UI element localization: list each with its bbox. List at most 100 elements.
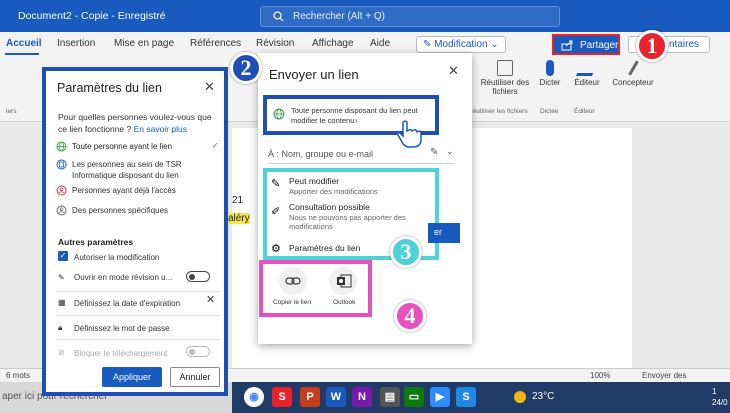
reuse-files-label: Réutiliser des fichiers	[480, 78, 530, 96]
expiry-date-input[interactable]: Définissez la date d'expiration	[74, 298, 204, 309]
dictate-button[interactable]: Dicter	[536, 58, 564, 87]
pencil-icon[interactable]: ✎	[430, 147, 438, 158]
chevron-right-icon: ›	[355, 116, 358, 125]
permission-can-edit[interactable]: Peut modifier Apporter des modifications	[289, 176, 378, 196]
clear-expiry-icon[interactable]: ✕	[206, 295, 220, 306]
outlook-label: Outlook	[333, 299, 356, 306]
editor-label: Éditeur	[574, 78, 600, 87]
active-tab-indicator	[5, 53, 39, 55]
person-icon	[56, 205, 67, 216]
reuse-files-icon	[497, 60, 513, 76]
permission-view-only-title: Consultation possible	[289, 202, 370, 212]
editor-button[interactable]: Éditeur	[570, 58, 604, 87]
clock-time: 1	[712, 387, 717, 396]
title-bar: Document2 - Copie - Enregistré Recherche…	[0, 0, 730, 32]
editor-icon	[576, 60, 598, 76]
copy-link-label: Copier le lien	[273, 299, 311, 306]
editor-group-label: Éditeur	[574, 108, 595, 115]
word-app-icon[interactable]: W	[326, 387, 346, 407]
monitor-app-icon[interactable]: ▭	[404, 387, 424, 407]
link-icon	[285, 277, 301, 285]
tab-references[interactable]: Références	[190, 38, 241, 49]
share-icon	[561, 40, 573, 51]
microphone-icon	[546, 60, 554, 76]
cancel-button[interactable]: Annuler	[170, 367, 220, 387]
link-settings-title: Paramètres du lien	[57, 81, 162, 95]
block-icon: ⊘	[58, 348, 65, 357]
outlook-button[interactable]	[329, 267, 357, 295]
tab-mise-en-page[interactable]: Mise en page	[114, 38, 174, 49]
send-link-dialog: Envoyer un lien ✕ Toute personne disposa…	[258, 53, 472, 344]
clock[interactable]: 1 24/0	[712, 386, 728, 408]
zoom-app-icon[interactable]: ▶	[430, 387, 450, 407]
document-highlighted-text: aléry	[228, 213, 250, 224]
search-input[interactable]: Rechercher (Alt + Q)	[260, 6, 560, 27]
link-settings-menu-label: Paramètres du lien	[289, 243, 361, 253]
option-organization-label: Les personnes au sein de TSR Informatiqu…	[72, 160, 182, 180]
password-input[interactable]: Définissez le mot de passe	[74, 323, 204, 334]
permission-can-edit-title: Peut modifier	[289, 176, 340, 186]
close-icon[interactable]: ✕	[448, 63, 459, 79]
tab-affichage[interactable]: Affichage	[312, 38, 354, 49]
option-specific-people-label: Des personnes spécifiques	[72, 206, 169, 215]
step-badge-3: 3	[390, 236, 422, 268]
s-app-icon[interactable]: S	[272, 387, 292, 407]
chevron-down-icon[interactable]: ⌄	[446, 146, 454, 157]
recipient-input[interactable]: À : Nom, groupe ou e-mail	[268, 149, 373, 159]
onenote-app-icon[interactable]: N	[352, 387, 372, 407]
editing-mode-dropdown[interactable]: ✎ Modification ⌄	[416, 36, 506, 53]
screen: Document2 - Copie - Enregistré Recherche…	[0, 0, 730, 413]
hand-pointer-icon	[397, 120, 422, 148]
dictation-group-label: Dictée	[540, 108, 559, 115]
designer-button[interactable]: Concepteur	[608, 58, 658, 87]
explorer-app-icon[interactable]: ▤	[380, 387, 400, 407]
send-label: er	[434, 227, 443, 237]
step-badge-2: 2	[230, 52, 262, 84]
option-existing-access-label: Personnes ayant déjà l'accès	[72, 186, 176, 195]
learn-more-link[interactable]: En savoir plus	[134, 124, 187, 134]
tab-revision[interactable]: Révision	[256, 38, 294, 49]
tab-insertion[interactable]: Insertion	[57, 38, 95, 49]
designer-label: Concepteur	[612, 78, 654, 87]
chrome-app-icon[interactable]: ◉	[244, 387, 264, 407]
tab-accueil[interactable]: Accueil	[6, 38, 42, 49]
allow-edit-checkbox[interactable]: ✓	[58, 251, 68, 261]
temperature[interactable]: 23°C	[532, 391, 554, 402]
link-settings-menu-item[interactable]: Paramètres du lien	[289, 243, 360, 253]
divider	[56, 339, 220, 340]
review-mode-toggle[interactable]	[186, 271, 210, 282]
pencil-icon: ✎	[423, 39, 435, 50]
designer-icon	[627, 60, 639, 76]
step-badge-4: 4	[394, 300, 426, 332]
document-title: Document2 - Copie - Enregistré	[18, 10, 166, 22]
outlook-icon	[337, 274, 352, 288]
apply-button[interactable]: Appliquer	[102, 367, 162, 387]
review-icon: ✎	[58, 273, 65, 282]
review-mode-label: Ouvrir en mode révision u...	[74, 273, 173, 282]
editing-mode-label: Modification	[434, 39, 488, 50]
share-button[interactable]: Partager	[552, 34, 620, 55]
dictate-label: Dicter	[539, 78, 561, 87]
block-download-label: Bloquer le téléchargement	[74, 349, 168, 358]
clipboard-group-label: iers	[6, 108, 17, 115]
zoom-level[interactable]: 100%	[590, 371, 610, 380]
pencil-icon: ✎	[271, 178, 281, 190]
reuse-files-button[interactable]: Réutiliser des fichiers	[476, 58, 534, 96]
send-button[interactable]: er	[428, 223, 460, 243]
s2-app-icon[interactable]: S	[456, 387, 476, 407]
permission-view-only[interactable]: Consultation possible Nous ne pouvons pa…	[289, 202, 437, 231]
chevron-down-icon: ⌄	[487, 39, 499, 50]
close-icon[interactable]: ✕	[204, 79, 215, 95]
block-download-toggle[interactable]	[186, 346, 210, 357]
copy-link-button[interactable]	[279, 267, 307, 295]
building-icon	[56, 159, 67, 170]
powerpoint-app-icon[interactable]: P	[300, 387, 320, 407]
tab-aide[interactable]: Aide	[370, 38, 390, 49]
option-anyone-label: Toute personne ayant le lien	[72, 142, 173, 151]
globe-icon	[56, 141, 67, 152]
other-settings-heading: Autres paramètres	[58, 237, 134, 247]
globe-icon	[273, 108, 285, 120]
gear-icon: ⚙	[271, 243, 281, 255]
calendar-icon: ▦	[58, 298, 66, 307]
step-badge-1: 1	[636, 30, 668, 62]
